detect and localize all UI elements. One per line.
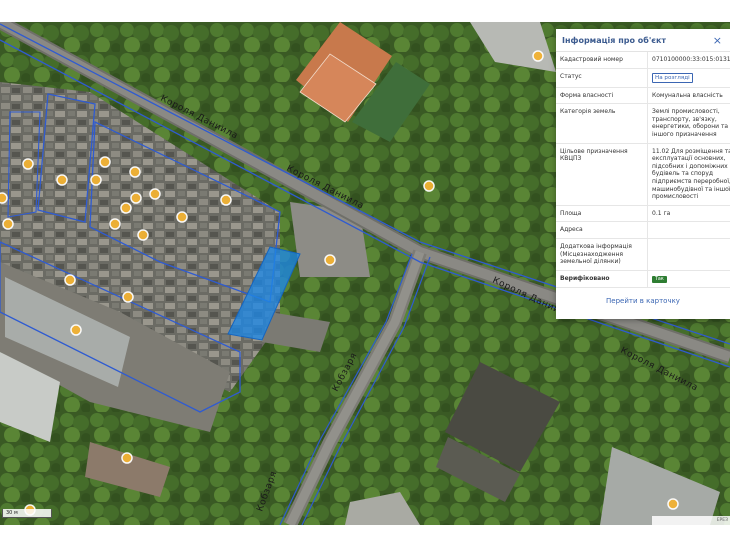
area-value: 0.1 га [647, 205, 730, 223]
row-key: Адреса [556, 221, 648, 239]
table-row: Кадастровий номер 0710100000:33:015:0131 [556, 52, 730, 69]
map-attribution: ЕРЕЗ [652, 516, 730, 525]
poi-marker[interactable] [120, 202, 132, 214]
close-icon[interactable]: × [713, 35, 722, 46]
poi-marker[interactable] [130, 192, 142, 204]
scale-bar: 30 м [2, 509, 52, 518]
row-key: Площа [556, 205, 648, 223]
table-row: Форма власності Комунальна власність [556, 87, 730, 105]
poi-marker[interactable] [324, 254, 336, 266]
verified-badge: Так [652, 275, 667, 283]
purpose-value: 11.02 Для розміщення та експлуатації осн… [647, 143, 730, 206]
panel-header: Інформація про об'єкт × [556, 29, 730, 52]
poi-marker[interactable] [0, 192, 8, 204]
table-row: Цільове призначення КВЦПЗ 11.02 Для розм… [556, 143, 730, 206]
table-row: Верифіковано Так [556, 270, 730, 288]
poi-marker[interactable] [129, 166, 141, 178]
cadastral-number: 0710100000:33:015:0131 [647, 52, 730, 69]
poi-marker[interactable] [64, 274, 76, 286]
poi-marker[interactable] [2, 218, 14, 230]
panel-title: Інформація про об'єкт [562, 35, 667, 45]
poi-marker[interactable] [22, 158, 34, 170]
poi-marker[interactable] [99, 156, 111, 168]
ownership-value: Комунальна власність [647, 87, 730, 105]
table-row: Додаткова інформація (Місцезнаходження з… [556, 238, 730, 271]
object-info-panel: Інформація про об'єкт × Кадастровий номе… [556, 29, 730, 319]
status-badge: На розгляді [652, 72, 693, 83]
poi-marker[interactable] [137, 229, 149, 241]
goto-card-link[interactable]: Перейти в карточку [556, 297, 730, 305]
row-key: Додаткова інформація (Місцезнаходження з… [556, 238, 648, 271]
poi-marker[interactable] [423, 180, 435, 192]
poi-marker[interactable] [667, 498, 679, 510]
poi-marker[interactable] [532, 50, 544, 62]
table-row: Статус На розгляді [556, 68, 730, 88]
poi-marker[interactable] [220, 194, 232, 206]
table-row: Площа 0.1 га [556, 205, 730, 223]
poi-marker[interactable] [122, 291, 134, 303]
table-row: Адреса [556, 221, 730, 239]
poi-marker[interactable] [149, 188, 161, 200]
poi-marker[interactable] [176, 211, 188, 223]
poi-marker[interactable] [56, 174, 68, 186]
row-key: Категорія земель [556, 103, 648, 144]
extra-value [647, 238, 730, 271]
table-row: Категорія земель Землі промисловості, тр… [556, 103, 730, 144]
poi-marker[interactable] [121, 452, 133, 464]
row-key: Цільове призначення КВЦПЗ [556, 143, 648, 206]
row-key: Верифіковано [556, 270, 648, 288]
address-value [647, 221, 730, 239]
row-key: Статус [556, 68, 648, 88]
poi-marker[interactable] [90, 174, 102, 186]
poi-marker[interactable] [70, 324, 82, 336]
poi-marker[interactable] [109, 218, 121, 230]
info-table: Кадастровий номер 0710100000:33:015:0131… [556, 52, 730, 288]
row-key: Форма власності [556, 87, 648, 105]
category-value: Землі промисловості, транспорту, зв'язку… [647, 103, 730, 144]
row-key: Кадастровий номер [556, 52, 648, 69]
